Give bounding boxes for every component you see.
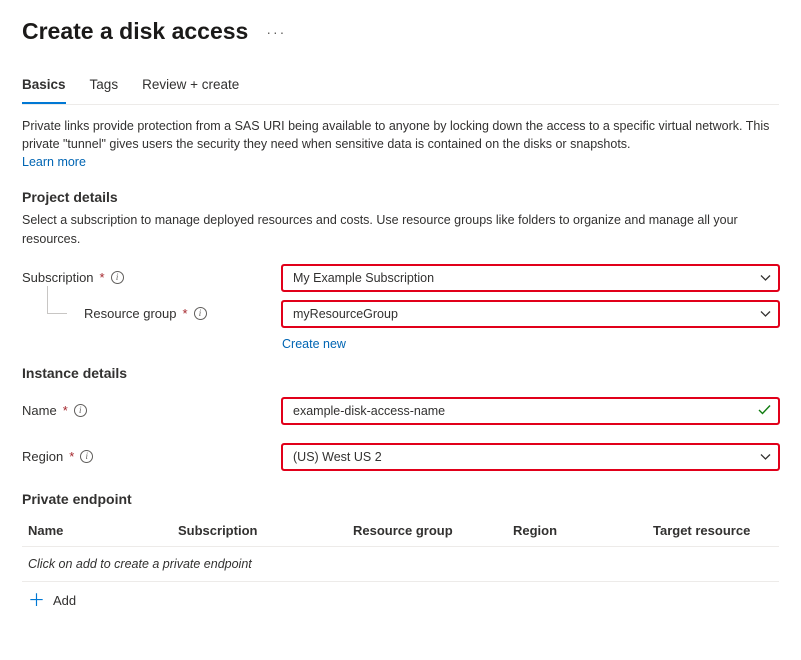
table-header-row: Name Subscription Resource group Region … [22, 513, 779, 547]
field-name: Name * i [22, 397, 779, 425]
section-project-details-desc: Select a subscription to manage deployed… [22, 211, 779, 247]
required-asterisk: * [100, 270, 105, 285]
tab-tags[interactable]: Tags [90, 69, 119, 104]
th-name: Name [28, 523, 178, 538]
name-input[interactable] [282, 398, 779, 424]
required-asterisk: * [63, 403, 68, 418]
field-region: Region * i [22, 443, 779, 471]
resource-group-label-text: Resource group [84, 306, 177, 321]
region-label-text: Region [22, 449, 63, 464]
subscription-label: Subscription * i [22, 270, 282, 285]
field-subscription: Subscription * i [22, 264, 779, 292]
info-icon[interactable]: i [80, 450, 93, 463]
create-new-link[interactable]: Create new [282, 337, 346, 351]
table-empty-row: Click on add to create a private endpoin… [22, 547, 779, 582]
tab-basics[interactable]: Basics [22, 69, 66, 104]
tab-review-create[interactable]: Review + create [142, 69, 239, 104]
info-icon[interactable]: i [194, 307, 207, 320]
subscription-label-text: Subscription [22, 270, 94, 285]
required-asterisk: * [183, 306, 188, 321]
th-target-resource: Target resource [653, 523, 773, 538]
name-label-text: Name [22, 403, 57, 418]
th-region: Region [513, 523, 653, 538]
th-subscription: Subscription [178, 523, 353, 538]
section-instance-details-title: Instance details [22, 365, 779, 381]
tabs: Basics Tags Review + create [22, 69, 779, 105]
th-resource-group: Resource group [353, 523, 513, 538]
intro-text: Private links provide protection from a … [22, 117, 779, 171]
tree-connector [47, 286, 67, 314]
region-dropdown[interactable] [282, 444, 779, 470]
add-label: Add [53, 593, 76, 608]
add-private-endpoint-button[interactable]: ＋ Add [22, 582, 779, 619]
more-actions-button[interactable]: ··· [262, 20, 290, 44]
page-title: Create a disk access [22, 18, 248, 45]
region-label: Region * i [22, 449, 282, 464]
section-project-details-title: Project details [22, 189, 779, 205]
learn-more-link[interactable]: Learn more [22, 155, 86, 169]
required-asterisk: * [69, 449, 74, 464]
name-label: Name * i [22, 403, 282, 418]
info-icon[interactable]: i [74, 404, 87, 417]
page-header: Create a disk access ··· [22, 18, 779, 45]
plus-icon: ＋ [28, 592, 45, 609]
info-icon[interactable]: i [111, 271, 124, 284]
subscription-dropdown[interactable] [282, 265, 779, 291]
field-resource-group: Resource group * i [22, 300, 779, 328]
intro-body: Private links provide protection from a … [22, 119, 769, 151]
section-private-endpoint-title: Private endpoint [22, 491, 779, 507]
resource-group-dropdown[interactable] [282, 301, 779, 327]
